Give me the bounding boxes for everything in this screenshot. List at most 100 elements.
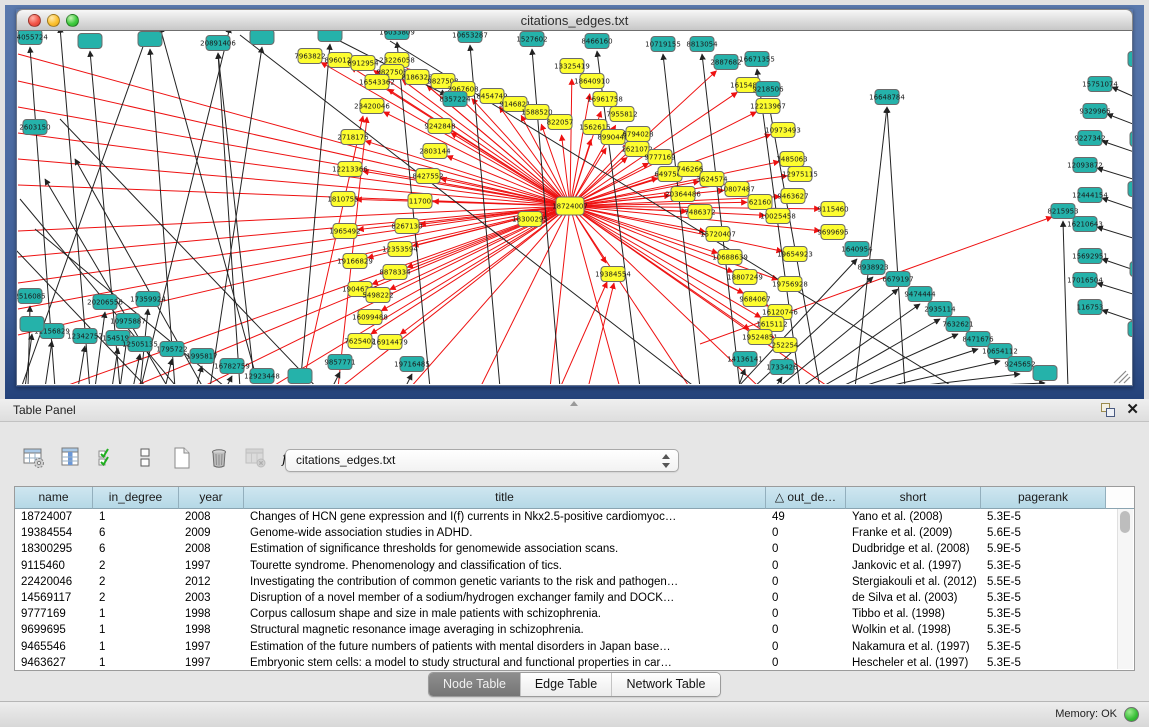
cell-title[interactable]: Investigating the contribution of common… [244, 576, 766, 588]
cell-year[interactable]: 1997 [179, 641, 244, 653]
table-row[interactable]: 977716911998Corpus callosum shape and si… [15, 606, 1118, 622]
network-node[interactable]: 18640910 [574, 74, 610, 89]
network-node[interactable] [318, 31, 342, 42]
network-edge[interactable] [480, 206, 570, 384]
table-row[interactable]: 946554611997Estimation of the future num… [15, 639, 1118, 655]
network-node[interactable]: 5498222 [362, 288, 393, 303]
network-node[interactable]: 12923448 [244, 369, 280, 384]
network-edge[interactable] [300, 44, 330, 384]
cell-pagerank[interactable]: 5.3E-5 [981, 592, 1106, 604]
network-edge[interactable] [858, 349, 978, 384]
cell-name[interactable]: 19384554 [15, 527, 93, 539]
network-edge[interactable] [365, 141, 570, 206]
network-node[interactable]: 16914479 [372, 335, 408, 350]
network-node[interactable]: 7485063 [776, 152, 807, 167]
cell-short[interactable]: Franke et al. (2009) [846, 527, 981, 539]
cell-pagerank[interactable]: 5.3E-5 [981, 560, 1106, 572]
network-node[interactable]: 12444154 [1072, 188, 1108, 203]
network-node[interactable]: 14136141 [727, 352, 763, 367]
network-edge[interactable] [140, 31, 230, 384]
network-graph[interactable]: 1872400779638228960128891295423226058982… [17, 31, 1132, 384]
network-node[interactable]: 10653287 [452, 31, 488, 43]
column-header-out-de-[interactable]: △ out_de… [766, 487, 846, 509]
network-edge[interactable] [18, 206, 570, 309]
network-node[interactable]: 16961758 [587, 92, 623, 107]
network-edge[interactable] [1097, 168, 1132, 183]
network-node[interactable]: 10807487 [719, 182, 755, 197]
table-row[interactable]: 2242004622012Investigating the contribut… [15, 574, 1118, 590]
cell-short[interactable]: Tibbo et al. (1998) [846, 608, 981, 620]
column-header-pagerank[interactable]: pagerank [981, 487, 1106, 509]
network-node[interactable]: 12213967 [750, 99, 786, 114]
network-edge[interactable] [570, 206, 690, 384]
cell-name[interactable]: 18724007 [15, 511, 93, 523]
cell-out-de-[interactable]: 0 [766, 608, 846, 620]
cell-in-degree[interactable]: 2 [93, 576, 179, 588]
table-row[interactable]: 911546021997Tourette syndrome. Phenomeno… [15, 558, 1118, 574]
network-node[interactable] [1033, 366, 1057, 381]
cell-pagerank[interactable]: 5.3E-5 [981, 641, 1106, 653]
cell-year[interactable]: 2012 [179, 576, 244, 588]
network-edge[interactable] [18, 206, 570, 257]
network-node[interactable]: 9699695 [817, 225, 848, 240]
network-node[interactable]: 23420046 [354, 99, 390, 114]
network-node[interactable]: 2887682 [710, 55, 741, 70]
cell-year[interactable]: 1997 [179, 657, 244, 669]
network-edge[interactable] [78, 346, 85, 384]
network-edge[interactable] [1102, 310, 1132, 325]
network-node[interactable] [78, 34, 102, 49]
split-divider-arrow-icon[interactable] [570, 401, 578, 406]
cell-name[interactable]: 9463627 [15, 657, 93, 669]
network-node[interactable]: 16099488 [352, 310, 388, 325]
network-node[interactable]: 7963822 [294, 49, 325, 64]
cell-short[interactable]: Nakamura et al. (1997) [846, 641, 981, 653]
float-window-icon[interactable] [1101, 403, 1115, 417]
zoom-traffic-light-icon[interactable] [66, 14, 79, 27]
network-node[interactable]: 8427552 [412, 169, 443, 184]
network-node[interactable]: 9245652 [1004, 357, 1035, 372]
network-node[interactable]: 10688639 [712, 250, 748, 265]
table-row[interactable]: 1830029562008Estimation of significance … [15, 541, 1118, 557]
cell-title[interactable]: Tourette syndrome. Phenomenology and cla… [244, 560, 766, 572]
delete-column-trash-button[interactable] [205, 444, 233, 472]
cell-out-de-[interactable]: 0 [766, 576, 846, 588]
cell-name[interactable]: 18300295 [15, 543, 93, 555]
network-node[interactable]: 24055724 [17, 31, 48, 45]
network-node[interactable]: 17359924 [130, 292, 166, 307]
network-edge[interactable] [1063, 221, 1068, 384]
network-node[interactable]: 8912954 [347, 56, 379, 71]
network-node[interactable]: 12353594 [382, 242, 418, 257]
cell-in-degree[interactable]: 1 [93, 624, 179, 636]
cell-short[interactable]: Jankovic et al. (1997) [846, 560, 981, 572]
network-node[interactable]: 116753 [1077, 300, 1104, 315]
delete-table-button[interactable] [242, 444, 270, 472]
network-node[interactable]: 7632621 [942, 317, 973, 332]
cell-short[interactable]: Yano et al. (2008) [846, 511, 981, 523]
table-row[interactable]: 1456911722003Disruption of a novel membe… [15, 590, 1118, 606]
network-node[interactable] [250, 31, 274, 45]
network-node[interactable] [1128, 182, 1132, 197]
network-node[interactable]: 11700 [408, 194, 432, 209]
cell-title[interactable]: Embryonic stem cells: a model to study s… [244, 657, 766, 669]
cell-in-degree[interactable]: 2 [93, 592, 179, 604]
network-node[interactable]: 8215953 [1047, 204, 1078, 219]
cell-pagerank[interactable]: 5.3E-5 [981, 511, 1106, 523]
cell-boxes-button[interactable] [131, 444, 159, 472]
network-node[interactable]: 7955812 [606, 107, 637, 122]
network-node[interactable]: 15720407 [700, 227, 736, 242]
network-edge[interactable] [550, 206, 570, 384]
cell-pagerank[interactable]: 5.9E-5 [981, 543, 1106, 555]
network-node[interactable]: 2935114 [924, 302, 956, 317]
tab-edge-table[interactable]: Edge Table [520, 673, 611, 696]
cell-title[interactable]: Changes of HCN gene expression and I(f) … [244, 511, 766, 523]
cell-year[interactable]: 2003 [179, 592, 244, 604]
network-node[interactable]: 1640954 [841, 242, 873, 257]
cell-name[interactable]: 9465546 [15, 641, 93, 653]
network-node[interactable] [1128, 52, 1132, 67]
network-node[interactable]: 1733426 [766, 360, 798, 375]
network-node[interactable]: 9115460 [817, 202, 848, 217]
network-node[interactable]: 2516085 [17, 289, 46, 304]
cell-title[interactable]: Estimation of the future numbers of pati… [244, 641, 766, 653]
table-row[interactable]: 946362711997Embryonic stem cells: a mode… [15, 655, 1118, 670]
network-node[interactable]: 9684067 [739, 292, 770, 307]
